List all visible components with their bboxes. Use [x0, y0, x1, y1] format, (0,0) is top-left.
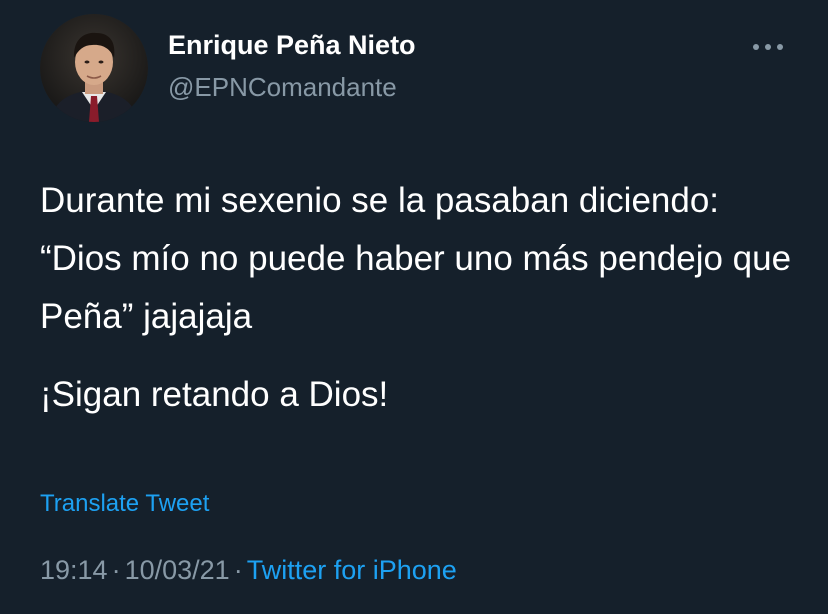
meta-separator: ·: [233, 555, 243, 585]
tweet-date[interactable]: 10/03/21: [125, 555, 230, 585]
meta-separator: ·: [111, 555, 121, 585]
more-horizontal-icon: [753, 44, 783, 50]
tweet-text: Durante mi sexenio se la pasaban diciend…: [40, 172, 800, 424]
more-options-button[interactable]: [742, 32, 794, 62]
profile-photo-icon: [40, 14, 148, 122]
tweet-paragraph: ¡Sigan retando a Dios!: [40, 375, 389, 414]
author-avatar[interactable]: [40, 14, 148, 122]
author-display-name[interactable]: Enrique Peña Nieto: [168, 30, 416, 61]
tweet-paragraph: Durante mi sexenio se la pasaban diciend…: [40, 181, 792, 336]
translate-tweet-link[interactable]: Translate Tweet: [40, 490, 209, 518]
tweet-card: Enrique Peña Nieto @EPNComandante Durant…: [0, 0, 828, 614]
tweet-time[interactable]: 19:14: [40, 555, 108, 585]
tweet-source-link[interactable]: Twitter for iPhone: [247, 555, 457, 585]
author-handle[interactable]: @EPNComandante: [168, 72, 397, 103]
tweet-meta: 19:14 · 10/03/21 · Twitter for iPhone: [40, 555, 457, 586]
